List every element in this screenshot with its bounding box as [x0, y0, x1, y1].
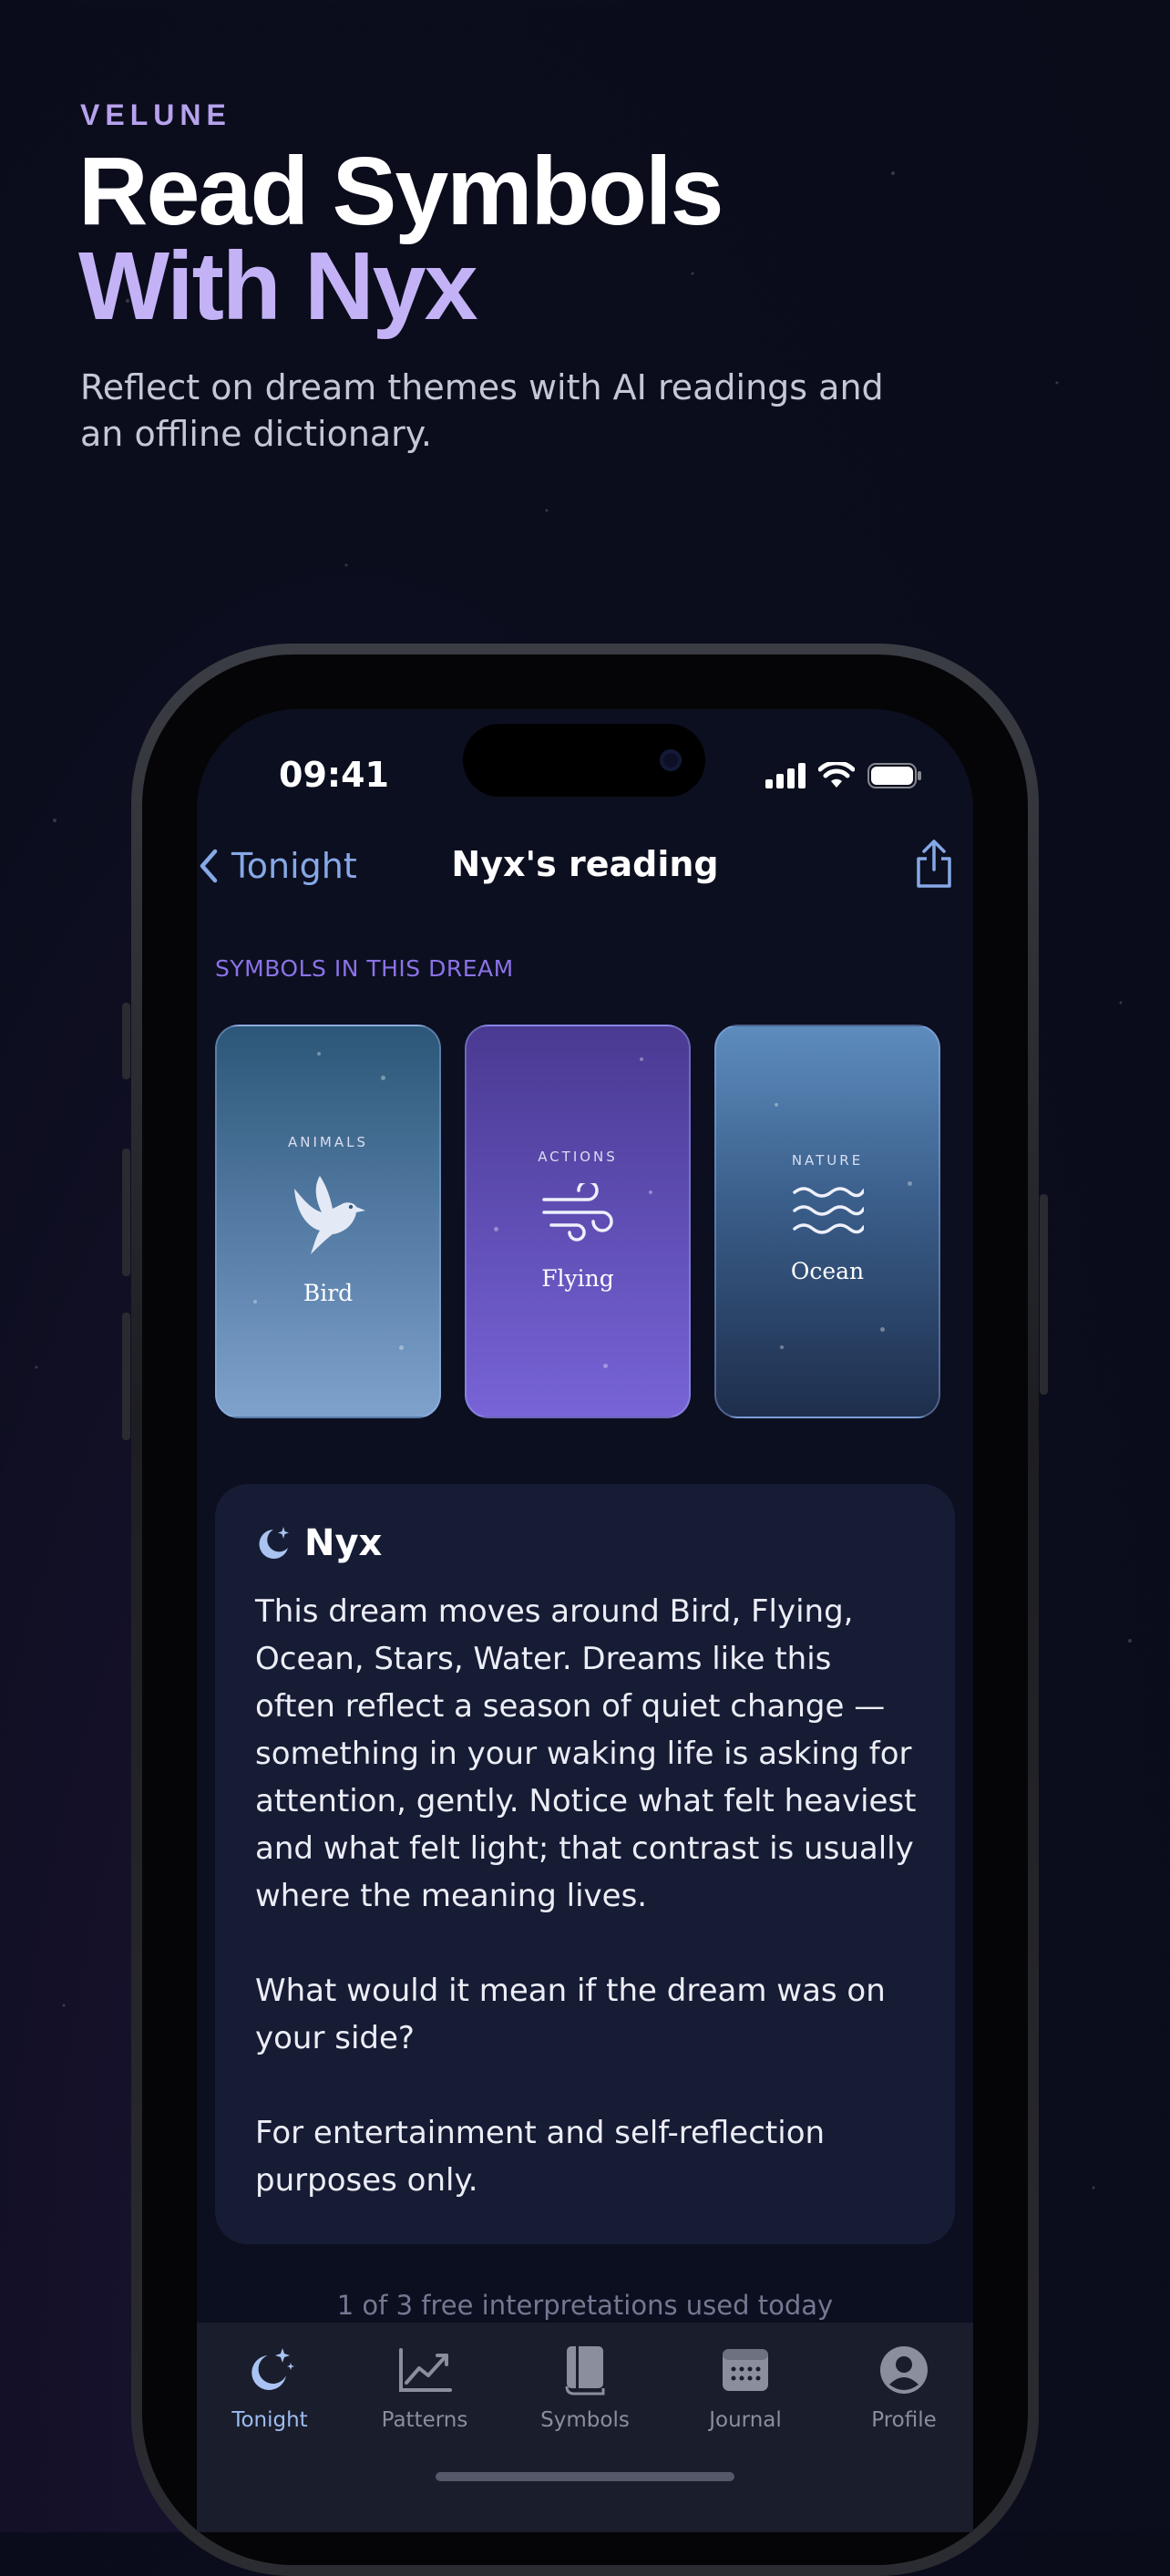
sparkle	[775, 1103, 778, 1107]
symbols-section-label: SYMBOLS IN THIS DREAM	[215, 955, 514, 982]
card-name: Bird	[303, 1280, 354, 1306]
tab-label: Patterns	[381, 2408, 468, 2432]
cellular-signal-icon	[765, 763, 806, 788]
status-time: 09:41	[279, 755, 389, 795]
waves-icon	[716, 1183, 939, 1240]
symbol-card-flying[interactable]: ACTIONS Flying	[465, 1025, 691, 1418]
card-category: ANIMALS	[288, 1134, 368, 1150]
share-icon	[917, 840, 951, 888]
tab-symbols[interactable]: Symbols	[512, 2339, 658, 2432]
card-name: Flying	[541, 1265, 614, 1292]
reading-paragraph: This dream moves around Bird, Flying, Oc…	[255, 1593, 917, 1914]
reading-card: Nyx This dream moves around Bird, Flying…	[215, 1484, 955, 2244]
headline-line-1: Read Symbols	[78, 138, 724, 245]
phone-action-button	[122, 1003, 130, 1079]
phone-volume-up	[122, 1149, 130, 1276]
sparkle	[399, 1345, 404, 1350]
sparkle	[780, 1345, 784, 1349]
calendar-icon	[723, 2349, 768, 2391]
tab-label: Journal	[709, 2408, 782, 2432]
card-category: NATURE	[791, 1152, 864, 1169]
tab-label: Symbols	[540, 2408, 630, 2432]
person-icon	[880, 2346, 928, 2394]
app-screen: 09:41 Tonight Nyx's reading SYMBOLS IN T…	[197, 709, 973, 2532]
reading-author: Nyx	[304, 1522, 383, 1564]
wind-icon	[467, 1183, 689, 1242]
home-indicator	[436, 2472, 734, 2481]
moon-stars-icon	[251, 2348, 294, 2390]
tab-label: Tonight	[231, 2408, 308, 2432]
reading-header: Nyx	[255, 1522, 382, 1564]
symbol-card-bird[interactable]: ANIMALS Bird	[215, 1025, 441, 1418]
card-category: ACTIONS	[538, 1149, 618, 1165]
phone-power-button	[1040, 1194, 1048, 1395]
marketing-headline: Read Symbols With Nyx	[78, 138, 724, 340]
tab-bar: Tonight Patterns Symbols Journal Profile	[197, 2323, 973, 2532]
camera-icon	[660, 749, 682, 771]
moon-stars-icon	[259, 1527, 289, 1559]
share-button[interactable]	[913, 839, 955, 893]
sparkle	[880, 1327, 885, 1332]
marketing-subheading: Reflect on dream themes with AI readings…	[80, 367, 884, 454]
status-icons	[765, 762, 922, 789]
symbol-card-ocean[interactable]: NATURE Ocean	[714, 1025, 940, 1418]
tab-label: Profile	[871, 2408, 937, 2432]
dynamic-island	[463, 724, 705, 797]
sparkle	[640, 1057, 643, 1061]
sparkle	[381, 1076, 385, 1080]
tab-journal[interactable]: Journal	[672, 2339, 818, 2432]
bird-icon	[217, 1172, 439, 1256]
page-title: Nyx's reading	[451, 844, 719, 884]
chart-icon	[399, 2348, 452, 2392]
book-icon	[565, 2346, 605, 2396]
headline-line-2: With Nyx	[78, 232, 478, 340]
tab-profile[interactable]: Profile	[831, 2339, 973, 2432]
usage-note: 1 of 3 free interpretations used today	[336, 2290, 834, 2321]
sparkle	[603, 1364, 608, 1368]
brand-wordmark: VELUNE	[80, 98, 231, 131]
phone-volume-down	[122, 1313, 130, 1440]
card-name: Ocean	[790, 1258, 865, 1284]
tab-patterns[interactable]: Patterns	[352, 2339, 498, 2432]
battery-icon	[867, 763, 921, 788]
wifi-icon	[818, 762, 855, 788]
reading-disclaimer: For entertainment and self-reflection pu…	[255, 2115, 826, 2199]
tab-tonight[interactable]: Tonight	[197, 2339, 343, 2432]
sparkle	[317, 1052, 321, 1056]
reading-question: What would it mean if the dream was on y…	[255, 1973, 886, 2056]
